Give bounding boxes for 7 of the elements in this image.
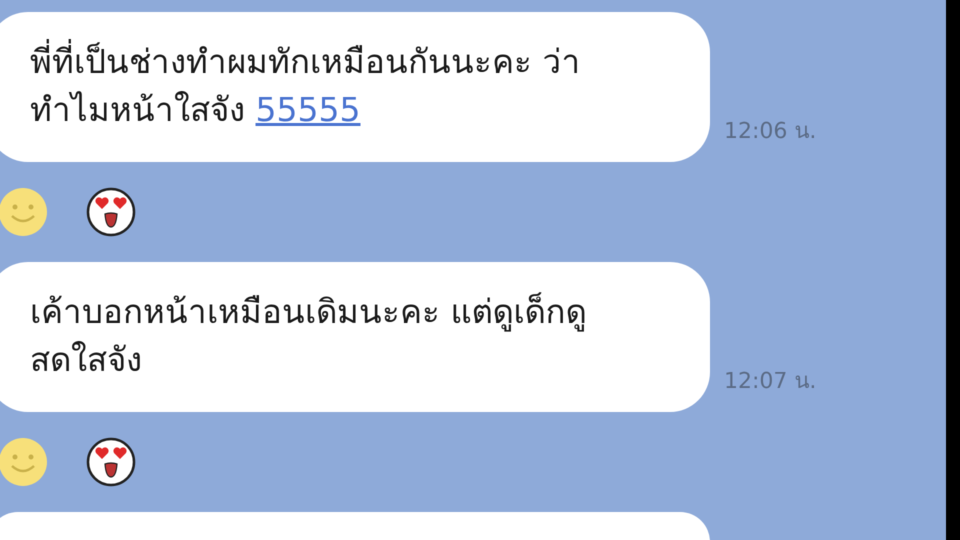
heart-eyes-emoji-icon[interactable] [86,437,136,487]
message-time: 12:07 น. [724,368,816,396]
heart-eyes-emoji-icon[interactable] [86,187,136,237]
message-text: เค้าบอกหน้าเหมือนเดิมนะคะ แต่ดูเด็กดู สดใสจัง [30,291,588,381]
message-text: พี่ที่เป็นช่างทำผมทักเหมือนกันนะคะ ว่า ทำไมหน้าใสจัง 55555 [30,38,680,134]
message-link[interactable]: 55555 [256,90,360,129]
message-time: 12:06 น. [724,118,816,146]
